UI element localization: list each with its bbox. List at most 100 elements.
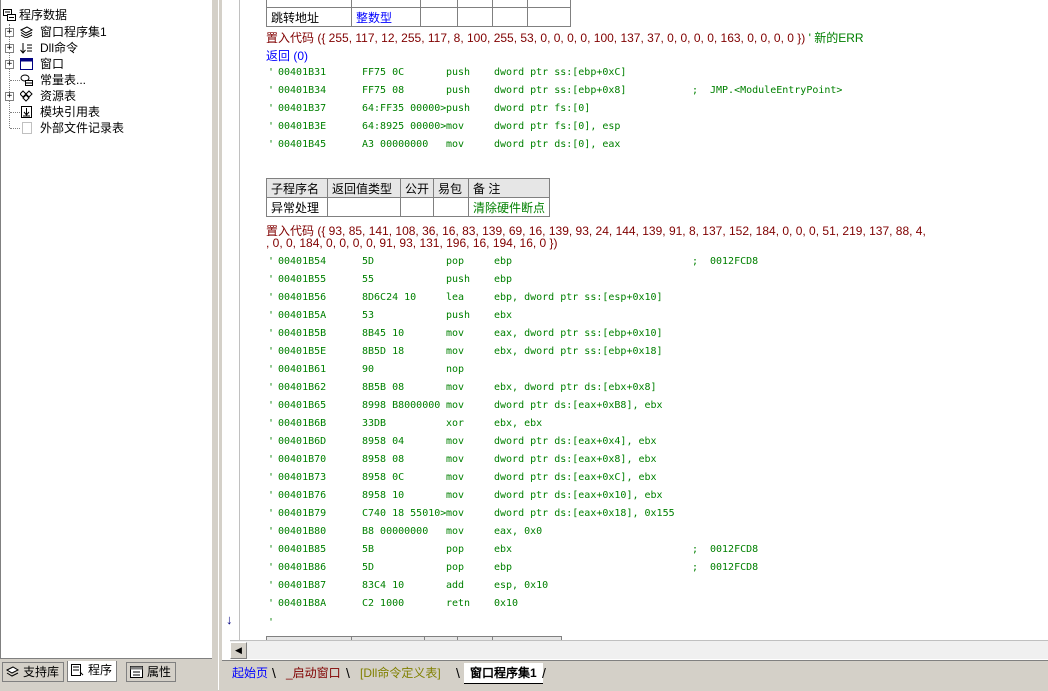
param-name[interactable]: 跳转地址 xyxy=(266,7,352,27)
comment-mark: ' xyxy=(268,562,275,573)
asm-address: 00401B8A xyxy=(278,598,327,609)
asm-address: 00401B70 xyxy=(278,454,327,465)
asm-operands: eax, dword ptr ss:[ebp+0x10] xyxy=(494,328,663,339)
asm-address: 00401B80 xyxy=(278,526,327,537)
comment-mark: ' xyxy=(268,310,275,321)
code-content[interactable]: 跳转地址 整数型 置入代码 ({ 255, 117, 12, 255, 117,… xyxy=(266,0,1048,656)
asm-mnemonic: nop xyxy=(446,364,465,375)
asm-mnemonic: mov xyxy=(446,508,465,519)
asm-bytes: 55 xyxy=(362,274,375,285)
param-name-cell[interactable] xyxy=(266,0,352,8)
asm-bytes: 8958 04 xyxy=(362,436,405,447)
asm-bytes: FF75 08 xyxy=(362,85,405,96)
comment-mark: ' xyxy=(268,454,275,465)
asm-address: 00401B5B xyxy=(278,328,327,339)
tree-item-label: 窗口程序集1 xyxy=(40,25,107,39)
asm-mnemonic: add xyxy=(446,580,465,591)
asm-address: 00401B73 xyxy=(278,472,327,483)
tab-support-library[interactable]: 支持库 xyxy=(2,662,65,682)
asm-operands: ebx xyxy=(494,544,513,555)
tree-item-label: Dll命令 xyxy=(40,41,78,55)
cursor-arrow-icon: ↓ xyxy=(226,612,233,627)
expand-icon[interactable]: + xyxy=(5,60,14,69)
asm-address: 00401B79 xyxy=(278,508,327,519)
asm-mnemonic: mov xyxy=(446,400,465,411)
asm-operands: eax, 0x0 xyxy=(494,526,543,537)
asm-comment: JMP.<ModuleEntryPoint> xyxy=(710,85,843,96)
tab-window-assembly[interactable]: 窗口程序集1 xyxy=(464,663,543,684)
subroutine-easy-pack[interactable] xyxy=(433,197,470,217)
asm-address: 00401B5E xyxy=(278,346,327,357)
asm-operands: dword ptr ds:[eax+0xB8], ebx xyxy=(494,400,663,411)
header-subroutine-name: 子程序名 xyxy=(266,178,328,198)
asm-operands: ebx, ebx xyxy=(494,418,543,429)
asm-address: 00401B61 xyxy=(278,364,327,375)
tree-guide-line xyxy=(10,80,20,81)
asm-mnemonic: mov xyxy=(446,526,465,537)
asm-address: 00401B65 xyxy=(278,400,327,411)
comment-mark: ' xyxy=(268,328,275,339)
tab-dll-definitions[interactable]: [Dll命令定义表] xyxy=(354,663,447,683)
asm-mnemonic: pop xyxy=(446,562,465,573)
asm-bytes: 8958 08 xyxy=(362,454,405,465)
asm-address: 00401B54 xyxy=(278,256,327,267)
expand-icon[interactable]: + xyxy=(5,44,14,53)
subroutine-remark[interactable]: 清除硬件断点 xyxy=(468,197,551,217)
subroutine-table: 子程序名 返回值类型 公开 易包 备 注 异常处理 清除硬件断点 xyxy=(266,178,551,217)
comment-mark: ' xyxy=(268,598,275,609)
tab-startup-window[interactable]: _启动窗口 xyxy=(280,663,347,683)
asm-bytes: 33DB xyxy=(362,418,387,429)
tab-label: 支持库 xyxy=(23,665,60,679)
asm-bytes: B8 00000000 xyxy=(362,526,429,537)
asm-address: 00401B6D xyxy=(278,436,327,447)
asm-bytes: 8998 B8000000 xyxy=(362,400,441,411)
header-remark: 备 注 xyxy=(468,178,551,198)
expand-icon[interactable]: + xyxy=(5,28,14,37)
param-type-cell[interactable] xyxy=(351,0,421,8)
comment-mark: ' xyxy=(268,121,275,132)
asm-bytes: 53 xyxy=(362,310,375,321)
asm-comment: 0012FCD8 xyxy=(710,562,759,573)
expand-icon[interactable]: + xyxy=(5,92,14,101)
program-tree[interactable]: 程序数据 + 窗口程序集1 + Dll命令 + 窗口 常量表... + 资源表 … xyxy=(0,0,212,659)
subroutine-return-type[interactable] xyxy=(327,197,401,217)
subroutine-public[interactable] xyxy=(399,197,435,217)
asm-mnemonic: pop xyxy=(446,256,465,267)
code-editor[interactable]: ↓ 跳转地址 整数型 置入代码 ({ 255, 117, 12, 255, 11… xyxy=(222,0,1048,660)
line-gutter: ↓ xyxy=(222,0,240,640)
param-type[interactable]: 整数型 xyxy=(351,7,421,27)
asm-operands: ebx, dword ptr ss:[ebp+0x18] xyxy=(494,346,663,357)
asm-mnemonic: mov xyxy=(446,454,465,465)
tab-properties[interactable]: 属性 xyxy=(126,662,177,682)
comment-mark: ' xyxy=(268,256,275,267)
inline-code-line[interactable]: 置入代码 ({ 255, 117, 12, 255, 117, 8, 100, … xyxy=(266,29,864,46)
asm-address: 00401B3E xyxy=(278,121,327,132)
asm-bytes: 83C4 10 xyxy=(362,580,405,591)
scroll-left-icon[interactable]: ◀ xyxy=(230,642,247,659)
constant-table-icon xyxy=(20,74,33,86)
asm-operands: ebp xyxy=(494,562,513,573)
asm-mnemonic: xor xyxy=(446,418,465,429)
return-statement[interactable]: 返回 (0) xyxy=(266,47,308,64)
asm-operands: dword ptr ds:[0], eax xyxy=(494,139,621,150)
asm-operands: dword ptr ds:[eax+0x8], ebx xyxy=(494,454,657,465)
asm-address: 00401B87 xyxy=(278,580,327,591)
header-easy-pack: 易包 xyxy=(433,178,470,198)
asm-address: 00401B62 xyxy=(278,382,327,393)
asm-bytes: 8B45 10 xyxy=(362,328,405,339)
tab-program[interactable]: 程序 xyxy=(67,661,118,682)
header-public: 公开 xyxy=(399,178,435,198)
inline-code-line-cont[interactable]: , 0, 0, 184, 0, 0, 0, 0, 91, 93, 131, 19… xyxy=(266,236,558,250)
comment-mark: ' xyxy=(268,544,275,555)
horizontal-scrollbar[interactable]: ◀ xyxy=(230,640,1048,659)
tab-start-page[interactable]: 起始页 xyxy=(226,663,274,683)
comment-mark: ' xyxy=(268,292,275,303)
comment-mark: ' xyxy=(268,382,275,393)
subroutine-name[interactable]: 异常处理 xyxy=(266,197,328,217)
asm-bytes: 8D6C24 10 xyxy=(362,292,417,303)
asm-mnemonic: mov xyxy=(446,328,465,339)
asm-bytes: 5D xyxy=(362,256,375,267)
asm-mnemonic: mov xyxy=(446,346,465,357)
program-icon xyxy=(71,664,84,676)
asm-address: 00401B6B xyxy=(278,418,327,429)
